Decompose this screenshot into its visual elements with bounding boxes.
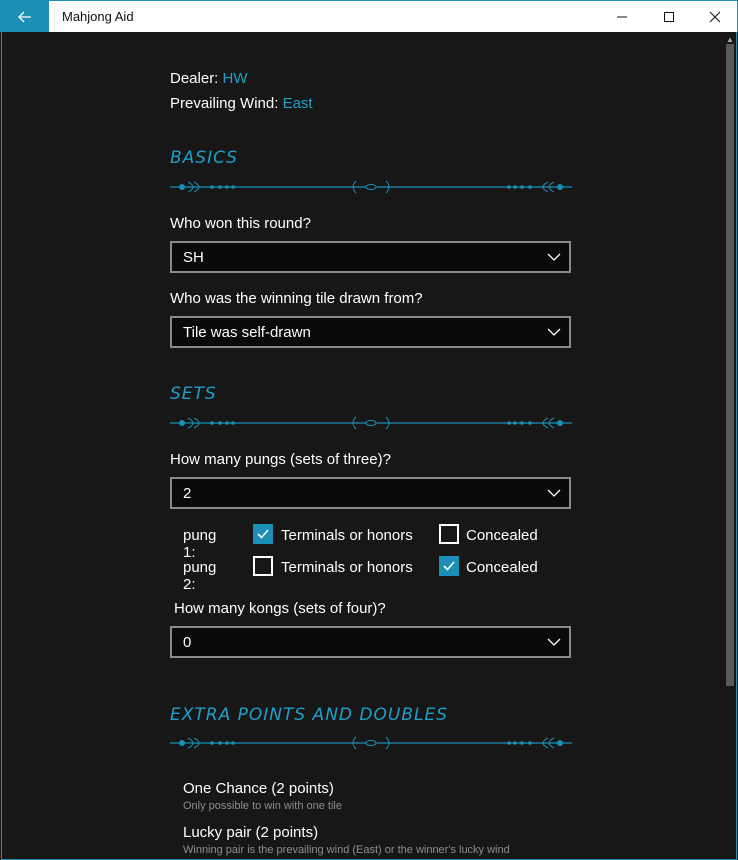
pung-label: pung 2: <box>183 559 217 593</box>
extra-item-desc: Winning pair is the prevailing wind (Eas… <box>183 844 510 856</box>
minimize-button[interactable] <box>599 1 645 33</box>
pungs-question: How many pungs (sets of three)? <box>170 451 391 468</box>
back-button[interactable] <box>1 1 49 33</box>
tile-source-dropdown[interactable]: Tile was self-drawn <box>170 316 571 348</box>
pungs-dropdown[interactable]: 2 <box>170 477 571 509</box>
checkmark-icon <box>443 561 455 571</box>
close-button[interactable] <box>692 1 738 33</box>
tile-question: Who was the winning tile drawn from? <box>170 290 423 307</box>
section-title-sets: SETS <box>170 384 217 404</box>
maximize-button[interactable] <box>646 1 692 33</box>
pung-1-terminals-checkbox[interactable] <box>253 524 273 544</box>
wind-value: East <box>282 95 313 112</box>
kongs-dropdown[interactable]: 0 <box>170 626 571 658</box>
pung-2-concealed-checkbox[interactable] <box>439 556 459 576</box>
extra-item-title[interactable]: Lucky pair (2 points) <box>183 824 318 841</box>
pungs-dropdown-value: 2 <box>183 484 192 502</box>
section-title-basics: BASICS <box>170 148 239 168</box>
pung-1-concealed-label[interactable]: Concealed <box>466 527 538 544</box>
pung-1-terminals-label[interactable]: Terminals or honors <box>281 527 413 544</box>
dealer-line: Dealer: HW <box>170 70 248 87</box>
extra-item-desc: Only possible to win with one tile <box>183 800 342 812</box>
pung-2-terminals-checkbox[interactable] <box>253 556 273 576</box>
title-bar: Mahjong Aid <box>0 0 738 33</box>
winner-question: Who won this round? <box>170 215 311 232</box>
chevron-down-icon <box>547 489 561 497</box>
pung-2-terminals-label[interactable]: Terminals or honors <box>281 559 413 576</box>
wind-line: Prevailing Wind: East <box>170 95 313 112</box>
section-title-extras: EXTRA POINTS AND DOUBLES <box>170 705 448 725</box>
wind-label: Prevailing Wind: <box>170 95 279 112</box>
divider-ornament-icon <box>170 736 572 750</box>
divider-ornament-icon <box>170 180 572 194</box>
winner-dropdown-value: SH <box>183 248 204 266</box>
winner-dropdown[interactable]: SH <box>170 241 571 273</box>
close-icon <box>709 11 721 23</box>
kongs-dropdown-value: 0 <box>183 633 192 651</box>
pung-1-concealed-checkbox[interactable] <box>439 524 459 544</box>
checkmark-icon <box>257 529 269 539</box>
minimize-icon <box>617 16 627 18</box>
scroll-up-icon[interactable]: ▲ <box>725 36 735 44</box>
app-title: Mahjong Aid <box>62 9 134 24</box>
chevron-down-icon <box>547 253 561 261</box>
chevron-down-icon <box>547 638 561 646</box>
dealer-value: HW <box>222 70 248 87</box>
main-content[interactable]: ▲ Dealer: HW Prevailing Wind: East BASIC… <box>1 32 737 860</box>
pung-2-concealed-label[interactable]: Concealed <box>466 559 538 576</box>
pung-label: pung 1: <box>183 527 217 561</box>
divider-ornament-icon <box>170 416 572 430</box>
chevron-down-icon <box>547 328 561 336</box>
scrollbar-thumb[interactable] <box>726 44 734 686</box>
kongs-question: How many kongs (sets of four)? <box>174 600 386 617</box>
dealer-label: Dealer: <box>170 70 219 87</box>
maximize-icon <box>664 12 674 22</box>
extra-item-title[interactable]: One Chance (2 points) <box>183 780 334 797</box>
back-arrow-icon <box>18 11 31 23</box>
tile-source-value: Tile was self-drawn <box>183 323 311 341</box>
